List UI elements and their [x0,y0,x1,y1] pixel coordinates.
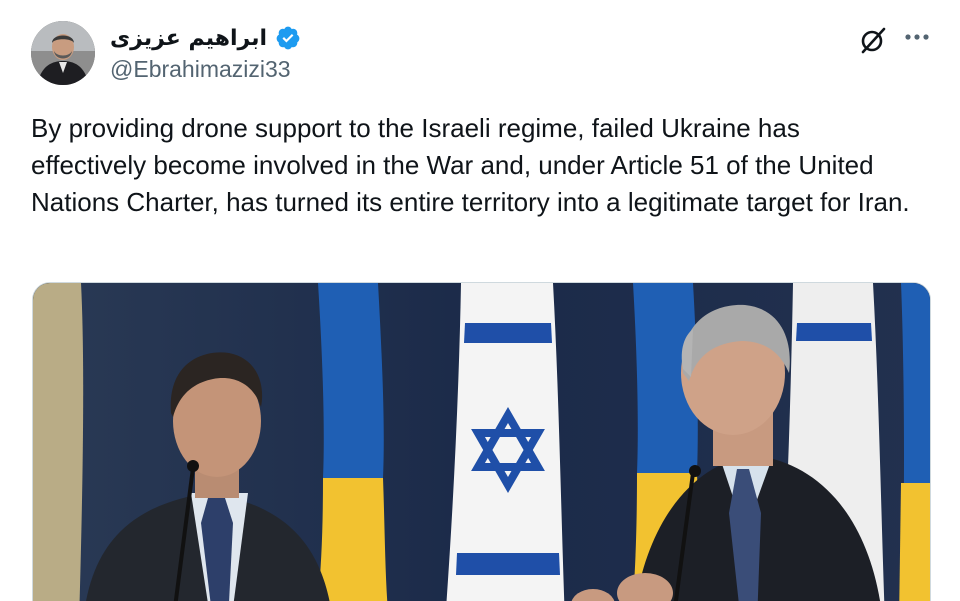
avatar[interactable] [31,21,95,85]
tweet-text: By providing drone support to the Israel… [31,113,910,217]
tweet-card[interactable]: ابراهیم عزیزی @Ebrahimazizi33 By providi… [0,0,960,601]
grok-icon[interactable] [857,24,889,56]
author-handle[interactable]: @Ebrahimazizi33 [110,56,291,83]
more-options-icon[interactable] [902,22,932,52]
tweet-photo[interactable] [32,282,931,601]
author-display-name[interactable]: ابراهیم عزیزی [110,26,267,51]
author-name-row: ابراهیم عزیزی [110,22,301,54]
verified-badge-icon [276,26,300,50]
